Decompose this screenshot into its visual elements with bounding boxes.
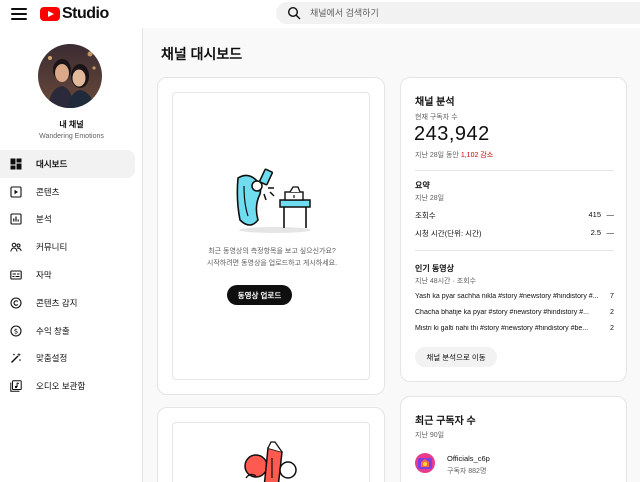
top-video-title[interactable]: Chacha bhatije ka pyar #story #newstory … (415, 309, 605, 316)
analytics-title: 채널 분석 (415, 97, 455, 108)
ideas-card (157, 407, 385, 482)
go-to-analytics-button[interactable]: 채널 분석으로 이동 (415, 347, 497, 367)
logo-text: Studio (62, 5, 109, 22)
upload-illustration-icon (230, 164, 318, 236)
sidebar-item-label: 커뮤니티 (36, 242, 68, 253)
copyright-icon (10, 297, 22, 309)
my-channel-label: 내 채널 (59, 120, 84, 129)
svg-text:$: $ (14, 327, 18, 335)
customization-icon (10, 352, 22, 364)
upload-prompt-line2: 시작하려면 동영상을 업로드하고 게시하세요. (206, 260, 338, 267)
content-icon (10, 186, 22, 198)
upload-card: 최근 동영상의 측정항목을 보고 싶으신가요? 시작하려면 동영상을 업로드하고… (157, 77, 385, 395)
sidebar-item-label: 콘텐츠 (36, 186, 60, 197)
sidebar-item-analytics[interactable]: 분석 (0, 206, 143, 234)
sidebar-item-subtitles[interactable]: 자막 (0, 261, 143, 289)
top-videos-title: 인기 동영상 (415, 264, 455, 273)
watch-time-value: 2.5 (590, 228, 601, 237)
sidebar-item-community[interactable]: 커뮤니티 (0, 233, 143, 261)
audio-library-icon (10, 380, 22, 392)
ideas-illustration-icon (238, 438, 308, 482)
subscriber-avatar[interactable] (415, 453, 435, 473)
channel-avatar[interactable] (38, 44, 102, 108)
analytics-icon (10, 213, 22, 226)
views-trend: — (606, 210, 615, 219)
search-icon[interactable] (280, 2, 308, 24)
community-icon (10, 241, 22, 253)
sidebar-item-label: 오디오 보관함 (36, 381, 86, 392)
sidebar-item-customization[interactable]: 맞춤설정 (0, 345, 143, 373)
upload-prompt-line1: 최근 동영상의 측정항목을 보고 싶으신가요? (208, 248, 336, 255)
views-value: 415 (588, 210, 601, 219)
sidebar-item-dashboard[interactable]: 대시보드 (0, 150, 135, 178)
summary-period: 지난 28일 (415, 195, 445, 202)
divider (415, 170, 614, 171)
summary-title: 요약 (415, 181, 430, 190)
views-label: 조회수 (415, 211, 436, 220)
sidebar: 내 채널 Wandering Emotions 대시보드 콘텐츠 분석 커뮤니티… (0, 28, 143, 482)
watch-time-trend: — (606, 228, 615, 237)
recent-subs-period: 지난 90일 (415, 432, 445, 439)
watch-time-label: 시청 시간(단위: 시간) (415, 229, 482, 238)
recent-subs-title: 최근 구독자 수 (415, 416, 476, 427)
search-input[interactable] (310, 8, 610, 18)
sidebar-item-label: 콘텐츠 감지 (36, 297, 78, 308)
current-subs-count: 243,942 (414, 123, 490, 145)
subscriber-name[interactable]: Officials_c6p (447, 454, 490, 463)
top-bar: Studio (0, 0, 640, 28)
sidebar-item-label: 맞춤설정 (36, 353, 68, 364)
subs-change-value: 1,102 감소 (460, 152, 494, 159)
recent-subscribers-card: 최근 구독자 수 지난 90일 Officials_c6p 구독자 882명 (400, 396, 627, 482)
subs-change-prefix: 지난 28일 동안 (415, 152, 459, 159)
channel-name: Wandering Emotions (39, 133, 104, 140)
sidebar-item-monetization[interactable]: $ 수익 창출 (0, 317, 143, 345)
channel-analytics-card: 채널 분석 현재 구독자 수 243,942 지난 28일 동안 1,102 감… (400, 77, 627, 382)
top-videos-period: 지난 48시간 · 조회수 (415, 278, 477, 285)
sidebar-item-label: 자막 (36, 270, 52, 281)
dashboard-icon (10, 158, 22, 170)
youtube-studio-logo[interactable]: Studio (40, 5, 109, 23)
upload-video-button[interactable]: 동영상 업로드 (227, 285, 292, 305)
sidebar-item-audio-library[interactable]: 오디오 보관함 (0, 372, 143, 400)
sidebar-item-label: 대시보드 (36, 158, 68, 169)
sidebar-nav: 대시보드 콘텐츠 분석 커뮤니티 자막 콘텐츠 감지 $ 수익 창출 맞춤설정 (0, 150, 143, 400)
page-title: 채널 대시보드 (161, 46, 243, 62)
top-video-title[interactable]: Mistri ki galti nahi thi #story #newstor… (415, 325, 605, 332)
top-video-views: 2 (610, 309, 614, 316)
monetization-icon: $ (10, 325, 22, 337)
top-video-title[interactable]: Yash ka pyar sachha nikla #story #newsto… (415, 293, 605, 300)
subscriber-count: 구독자 882명 (447, 468, 487, 475)
sidebar-item-copyright[interactable]: 콘텐츠 감지 (0, 289, 143, 317)
sidebar-item-label: 분석 (36, 214, 52, 225)
search-bar[interactable] (276, 2, 640, 24)
sidebar-item-content[interactable]: 콘텐츠 (0, 178, 143, 206)
subs-change: 지난 28일 동안 1,102 감소 (415, 150, 493, 160)
sidebar-item-label: 수익 창출 (36, 325, 70, 336)
youtube-logo-icon (40, 7, 60, 21)
current-subs-label: 현재 구독자 수 (415, 114, 458, 121)
divider (415, 250, 614, 251)
top-video-views: 7 (610, 293, 614, 300)
subtitles-icon (10, 269, 22, 281)
top-video-views: 2 (610, 325, 614, 332)
hamburger-menu-icon[interactable] (11, 8, 27, 20)
